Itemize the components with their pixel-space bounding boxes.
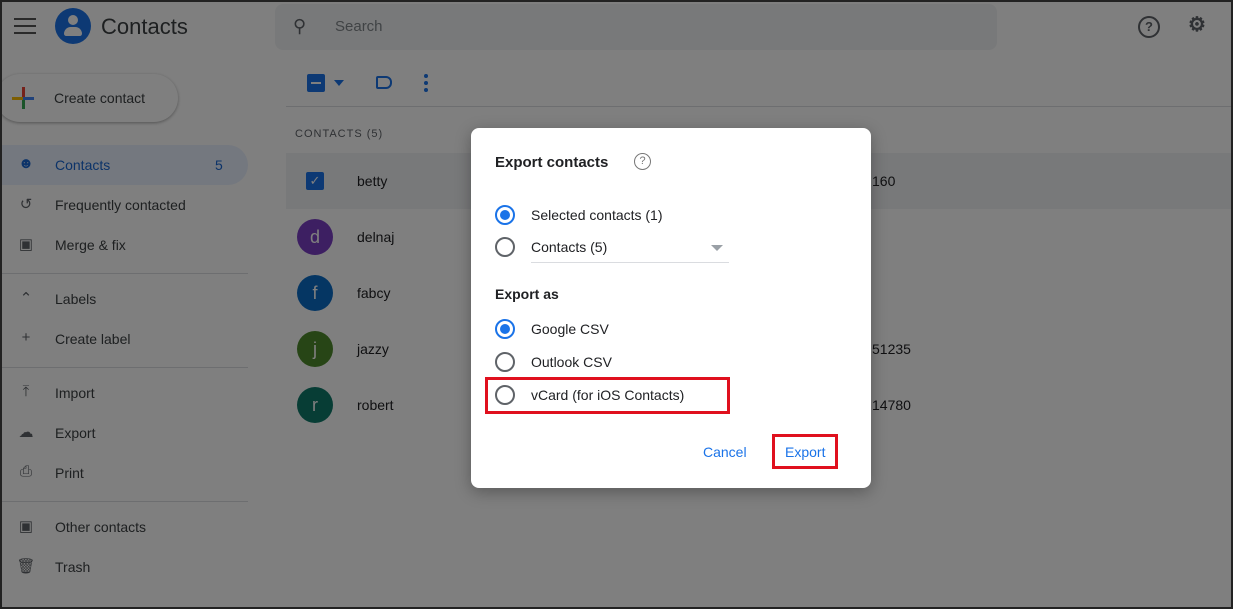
contacts-group-dropdown[interactable] [531, 232, 729, 263]
highlight-box [485, 377, 730, 414]
export-as-heading: Export as [495, 286, 559, 302]
radio-checked[interactable] [495, 319, 515, 339]
option-label: Outlook CSV [531, 354, 612, 370]
radio-unchecked[interactable] [495, 352, 515, 372]
highlight-box [772, 434, 838, 469]
export-contacts-dialog: Export contacts ? Selected contacts (1) … [471, 128, 871, 488]
option-label: Selected contacts (1) [531, 207, 663, 223]
radio-unchecked[interactable] [495, 237, 515, 257]
cancel-button[interactable]: Cancel [703, 444, 747, 460]
help-icon[interactable]: ? [634, 153, 651, 170]
option-label: Google CSV [531, 321, 609, 337]
radio-checked[interactable] [495, 205, 515, 225]
dropdown-arrow-icon [711, 245, 723, 257]
dialog-title: Export contacts [495, 154, 609, 171]
